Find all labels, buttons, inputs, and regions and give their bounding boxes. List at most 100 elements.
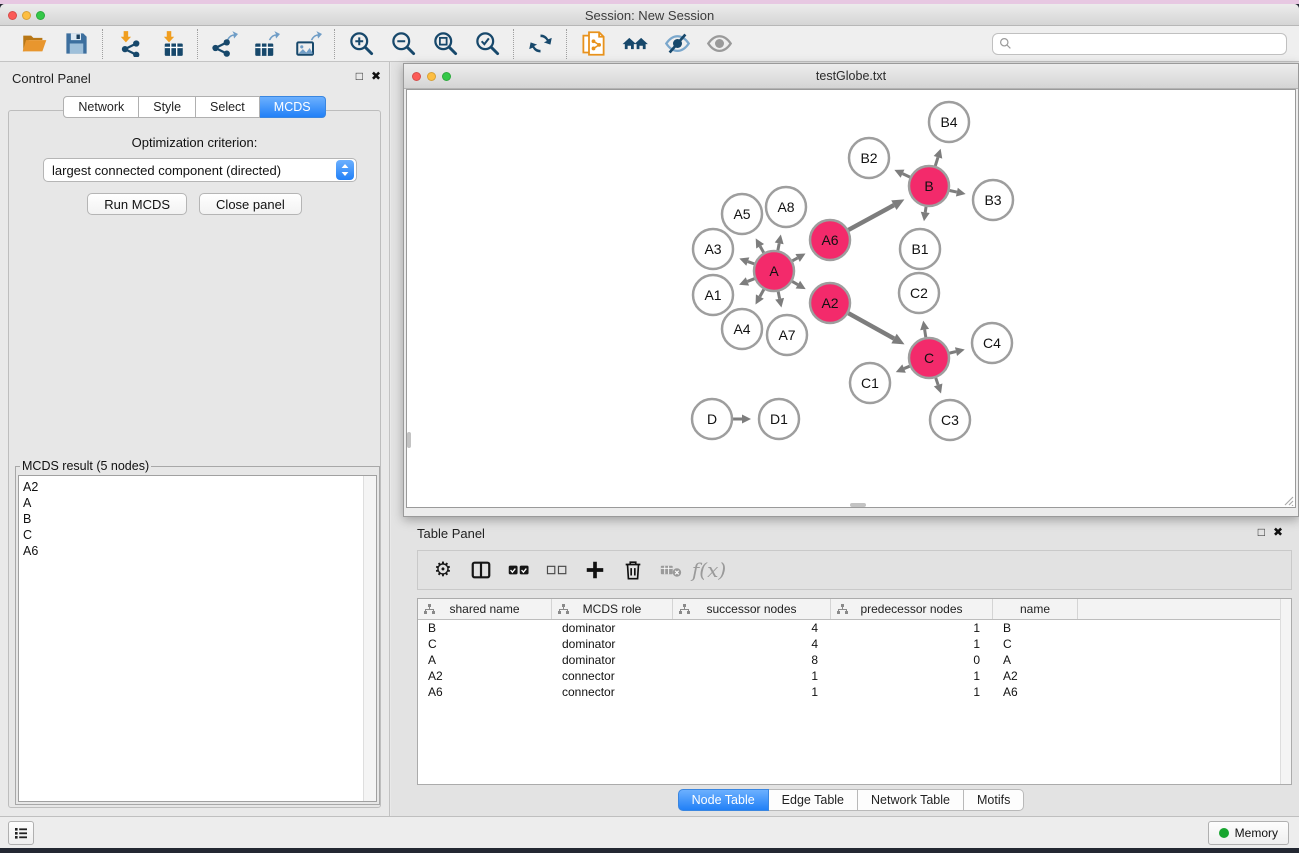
export-table-icon[interactable]	[251, 29, 281, 59]
column-header-shared-name[interactable]: shared name	[418, 599, 552, 619]
tab-mcds[interactable]: MCDS	[260, 96, 326, 118]
table-cell[interactable]: 4	[673, 620, 831, 636]
table-cell[interactable]: C	[993, 636, 1078, 652]
mcds-list-scrollbar[interactable]	[363, 476, 376, 801]
float-panel-icon[interactable]: □	[356, 69, 363, 83]
network-view-window[interactable]: testGlobe.txt AA1A2A3A4A5A6A7A8BB1B2B3B4…	[403, 63, 1299, 517]
run-mcds-button[interactable]: Run MCDS	[87, 193, 187, 215]
column-header-name[interactable]: name	[993, 599, 1078, 619]
network-graph[interactable]: AA1A2A3A4A5A6A7A8BB1B2B3B4CC1C2C3C4DD1	[407, 90, 1297, 510]
table-cell[interactable]: 0	[831, 652, 993, 668]
canvas-vertical-scroll-thumb[interactable]	[407, 432, 411, 448]
edge-C-C2[interactable]	[925, 330, 926, 338]
node-table[interactable]: shared nameMCDS rolesuccessor nodesprede…	[417, 598, 1292, 785]
split-view-icon[interactable]	[464, 555, 498, 585]
table-row[interactable]: Adominator80A	[418, 652, 1291, 668]
edge-A-A5[interactable]	[760, 246, 764, 252]
table-close-panel-icon[interactable]: ✖	[1273, 525, 1283, 539]
column-header-predecessor-nodes[interactable]: predecessor nodes	[831, 599, 993, 619]
table-cell[interactable]: B	[993, 620, 1078, 636]
table-cell[interactable]: B	[418, 620, 552, 636]
tab-network[interactable]: Network	[63, 96, 139, 118]
hide-eye-icon[interactable]	[662, 29, 692, 59]
edge-A-A4[interactable]	[760, 289, 764, 296]
mcds-result-item[interactable]: B	[19, 511, 362, 527]
network-canvas[interactable]: AA1A2A3A4A5A6A7A8BB1B2B3B4CC1C2C3C4DD1	[406, 89, 1296, 508]
zoom-out-icon[interactable]	[388, 29, 418, 59]
search-box[interactable]	[992, 33, 1287, 55]
table-scrollbar[interactable]	[1280, 599, 1291, 784]
resize-grip-icon[interactable]	[1282, 494, 1294, 506]
edge-A-A7[interactable]	[778, 292, 779, 299]
eye-icon[interactable]	[704, 29, 734, 59]
table-cell[interactable]: 4	[673, 636, 831, 652]
close-panel-icon[interactable]: ✖	[371, 69, 381, 83]
edge-B-B4[interactable]	[935, 157, 938, 166]
edge-A-A8[interactable]	[778, 243, 779, 250]
edge-A-A2[interactable]	[792, 281, 798, 284]
table-cell[interactable]: dominator	[552, 620, 673, 636]
network-file-icon[interactable]	[578, 29, 608, 59]
edge-A6-B[interactable]	[848, 205, 893, 230]
open-file-icon[interactable]	[19, 29, 49, 59]
table-cell[interactable]: A2	[418, 668, 552, 684]
table-cell[interactable]: 1	[831, 620, 993, 636]
table-cell[interactable]: A	[418, 652, 552, 668]
table-cell[interactable]: A6	[418, 684, 552, 700]
zoom-in-icon[interactable]	[346, 29, 376, 59]
refresh-icon[interactable]	[525, 29, 555, 59]
title-bar[interactable]: Session: New Session	[0, 4, 1299, 26]
table-cell[interactable]: 1	[831, 684, 993, 700]
task-monitor-button[interactable]	[8, 821, 34, 845]
column-header-successor-nodes[interactable]: successor nodes	[673, 599, 831, 619]
tab-select[interactable]: Select	[196, 96, 260, 118]
table-cell[interactable]: dominator	[552, 652, 673, 668]
table-cell[interactable]: connector	[552, 668, 673, 684]
zoom-selected-icon[interactable]	[472, 29, 502, 59]
mcds-result-item[interactable]: A	[19, 495, 362, 511]
table-cell[interactable]: 1	[673, 668, 831, 684]
export-image-icon[interactable]	[293, 29, 323, 59]
save-session-icon[interactable]	[61, 29, 91, 59]
table-row[interactable]: A2connector11A2	[418, 668, 1291, 684]
select-all-icon[interactable]	[502, 555, 536, 585]
home-icon[interactable]	[620, 29, 650, 59]
edge-A-A3[interactable]	[748, 262, 754, 264]
delete-column-icon[interactable]	[616, 555, 650, 585]
deselect-all-icon[interactable]	[540, 555, 574, 585]
canvas-horizontal-scroll-thumb[interactable]	[850, 503, 866, 507]
edge-A-A6[interactable]	[792, 258, 797, 261]
table-row[interactable]: A6connector11A6	[418, 684, 1291, 700]
edge-B-B3[interactable]	[950, 190, 957, 192]
mcds-result-item[interactable]: A6	[19, 543, 362, 559]
tab-network-table[interactable]: Network Table	[858, 789, 964, 811]
network-window-titlebar[interactable]: testGlobe.txt	[404, 64, 1298, 89]
table-cell[interactable]: 8	[673, 652, 831, 668]
close-panel-button[interactable]: Close panel	[199, 193, 302, 215]
table-row[interactable]: Bdominator41B	[418, 620, 1291, 636]
edge-A-A1[interactable]	[747, 279, 754, 282]
table-float-panel-icon[interactable]: □	[1258, 525, 1265, 539]
memory-button[interactable]: Memory	[1208, 821, 1289, 845]
import-network-icon[interactable]	[114, 29, 144, 59]
edge-C-C4[interactable]	[949, 352, 956, 354]
table-cell[interactable]: A	[993, 652, 1078, 668]
zoom-fit-icon[interactable]	[430, 29, 460, 59]
mcds-result-item[interactable]: C	[19, 527, 362, 543]
tab-node-table[interactable]: Node Table	[678, 789, 769, 811]
tab-edge-table[interactable]: Edge Table	[769, 789, 858, 811]
table-cell[interactable]: dominator	[552, 636, 673, 652]
table-cell[interactable]: 1	[831, 668, 993, 684]
table-cell[interactable]: 1	[831, 636, 993, 652]
column-header-MCDS-role[interactable]: MCDS role	[552, 599, 673, 619]
table-row[interactable]: Cdominator41C	[418, 636, 1291, 652]
table-cell[interactable]: A6	[993, 684, 1078, 700]
edge-B-B2[interactable]	[903, 174, 910, 177]
table-cell[interactable]: A2	[993, 668, 1078, 684]
table-cell[interactable]: connector	[552, 684, 673, 700]
edge-B-B1[interactable]	[925, 207, 926, 213]
import-table-icon[interactable]	[156, 29, 186, 59]
edge-A2-C[interactable]	[848, 313, 894, 338]
add-column-icon[interactable]	[578, 555, 612, 585]
optimization-select[interactable]: largest connected component (directed)	[43, 158, 357, 182]
